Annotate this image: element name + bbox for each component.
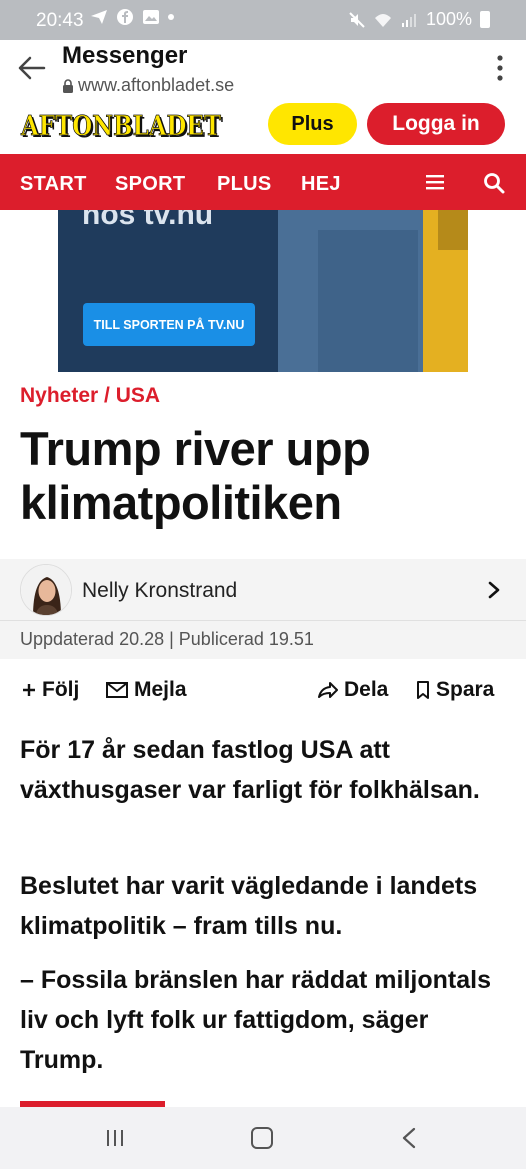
lead-paragraph-3: – Fossila bränslen har räddat miljontals… [20,966,491,1074]
nav-item-hej[interactable]: HEJ [301,173,341,196]
url-text: www.aftonbladet.se [78,75,235,95]
status-system-icons: 100% [348,9,490,30]
ad-yellow-shade [438,210,468,250]
nav-item-plus[interactable]: PLUS [217,173,272,196]
ad-background [58,210,308,372]
follow-label: Följ [42,678,80,701]
browser-title: Messenger [62,42,188,69]
browser-toolbar: Messenger www.aftonbladet.se [0,40,526,98]
ad-headline: hos tv.nu [82,210,214,231]
status-notification-icons [90,8,174,26]
article-section-breadcrumb[interactable]: Nyheter / USA [20,384,160,408]
search-icon[interactable] [483,172,505,194]
hamburger-menu-icon[interactable] [426,174,444,190]
battery-percent: 100% [425,9,472,29]
plus-icon [23,684,35,696]
author-avatar [20,564,72,616]
status-bar: 20:43 100% [0,0,526,40]
nav-back-icon[interactable] [401,1127,417,1149]
svg-text:AFTONBLADET: AFTONBLADET [20,111,221,142]
chevron-right-icon[interactable] [487,581,501,599]
signal-icon [401,13,416,27]
share-label: Dela [344,678,389,701]
status-time: 20:43 [36,10,84,31]
back-arrow-icon[interactable] [14,50,50,86]
author-name: Nelly Kronstrand [82,579,238,602]
lock-icon [63,78,73,93]
share-icon [318,682,338,698]
avatar-portrait-icon [21,565,71,615]
site-header: AFTONBLADET AFTONBLADET Plus Logga in [0,98,526,154]
timestamp-bar: Uppdaterad 20.28 | Publicerad 19.51 [0,621,526,659]
mail-button[interactable]: Mejla [106,678,187,702]
mute-icon [349,11,365,28]
notification-dot [168,14,174,20]
save-label: Spara [436,678,495,701]
recents-icon[interactable] [105,1129,125,1147]
ad-person-shirt-shade [318,230,418,372]
system-navigation-bar [0,1107,526,1169]
share-button[interactable]: Dela [318,678,388,702]
bookmark-icon [417,681,429,699]
ad-cta-button[interactable]: TILL SPORTEN PÅ TV.NU [83,303,255,346]
mail-label: Mejla [134,678,187,701]
article-timestamps: Uppdaterad 20.28 | Publicerad 19.51 [20,629,314,649]
article-actions: Följ Mejla Dela Spara [0,670,526,710]
aftonbladet-logo[interactable]: AFTONBLADET AFTONBLADET [20,108,226,142]
facebook-icon [117,9,133,25]
author-row[interactable]: Nelly Kronstrand [0,559,526,621]
wifi-icon [374,13,391,27]
gallery-icon [143,10,159,24]
nav-item-sport[interactable]: SPORT [115,173,185,196]
article-headline: Trump river upp klimatpolitiken [20,422,371,529]
save-button[interactable]: Spara [416,678,494,702]
send-icon [91,10,107,24]
advertisement-banner[interactable]: hos tv.nu TILL SPORTEN PÅ TV.NU [58,210,468,372]
lead-paragraph-1: För 17 år sedan fastlog USA att växthusg… [20,736,480,804]
nav-item-start[interactable]: START [20,173,87,196]
mail-icon [106,682,128,698]
plus-button[interactable]: Plus [268,103,357,145]
battery-icon [480,11,490,28]
follow-button[interactable]: Följ [22,678,79,702]
kebab-menu-icon[interactable] [496,54,504,82]
lead-paragraph-2: Beslutet har varit vägledande i landets … [20,872,478,940]
browser-url: www.aftonbladet.se [62,75,234,96]
home-icon[interactable] [251,1127,273,1149]
main-navigation: START SPORT PLUS HEJ [0,154,526,210]
login-button[interactable]: Logga in [367,103,505,145]
